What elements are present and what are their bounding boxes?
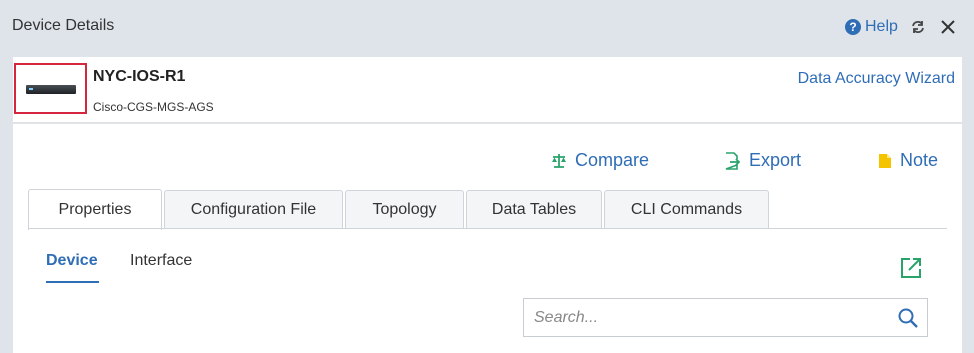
tab-properties[interactable]: Properties <box>28 189 162 230</box>
data-accuracy-wizard-link[interactable]: Data Accuracy Wizard <box>798 70 955 88</box>
device-header: NYC-IOS-R1 Cisco-CGS-MGS-AGS Data Accura… <box>13 57 962 123</box>
search-icon[interactable] <box>897 307 919 329</box>
scale-icon <box>552 153 566 168</box>
tab-configuration-file[interactable]: Configuration File <box>164 190 343 228</box>
note-label: Note <box>900 150 939 170</box>
compare-label: Compare <box>575 150 650 170</box>
tab-cli-commands[interactable]: CLI Commands <box>604 190 769 228</box>
search-input[interactable] <box>524 299 884 336</box>
tab-label: Configuration File <box>190 200 317 218</box>
device-model: Cisco-CGS-MGS-AGS <box>93 100 214 114</box>
tab-data-tables[interactable]: Data Tables <box>466 190 602 228</box>
main-panel: Compare Export Note Properties Configura… <box>13 124 962 353</box>
tab-bar: Properties Configuration File Topology D… <box>28 189 771 230</box>
title-bar: Device Details ? Help <box>0 0 974 56</box>
close-icon[interactable] <box>940 19 956 35</box>
tab-label: Topology <box>372 200 437 218</box>
question-circle-icon: ? <box>845 19 861 35</box>
tab-label: CLI Commands <box>630 200 743 218</box>
tab-topology[interactable]: Topology <box>345 190 464 228</box>
export-icon <box>725 151 741 170</box>
export-label: Export <box>749 150 802 170</box>
export-button[interactable]: Export <box>723 150 801 171</box>
subtab-interface[interactable]: Interface <box>130 252 192 270</box>
device-details-dialog: Device Details ? Help NYC-IOS-R1 Cisco-C… <box>0 0 974 353</box>
compare-button[interactable]: Compare <box>551 150 649 171</box>
device-name: NYC-IOS-R1 <box>93 68 186 85</box>
dialog-title: Device Details <box>12 17 115 34</box>
search-box <box>523 298 928 337</box>
help-link[interactable]: ? Help <box>845 18 898 36</box>
note-button[interactable]: Note <box>878 150 938 171</box>
tab-divider <box>28 228 947 229</box>
subtab-active-underline <box>46 281 99 283</box>
device-image-frame <box>14 63 87 114</box>
help-label: Help <box>865 18 898 35</box>
tab-label: Properties <box>58 201 132 218</box>
tab-label: Data Tables <box>491 200 577 218</box>
note-icon <box>879 153 891 168</box>
open-in-new-window-icon[interactable] <box>899 256 923 280</box>
subtab-device[interactable]: Device <box>46 252 98 270</box>
router-device-icon <box>26 85 76 94</box>
refresh-icon[interactable] <box>910 19 926 35</box>
